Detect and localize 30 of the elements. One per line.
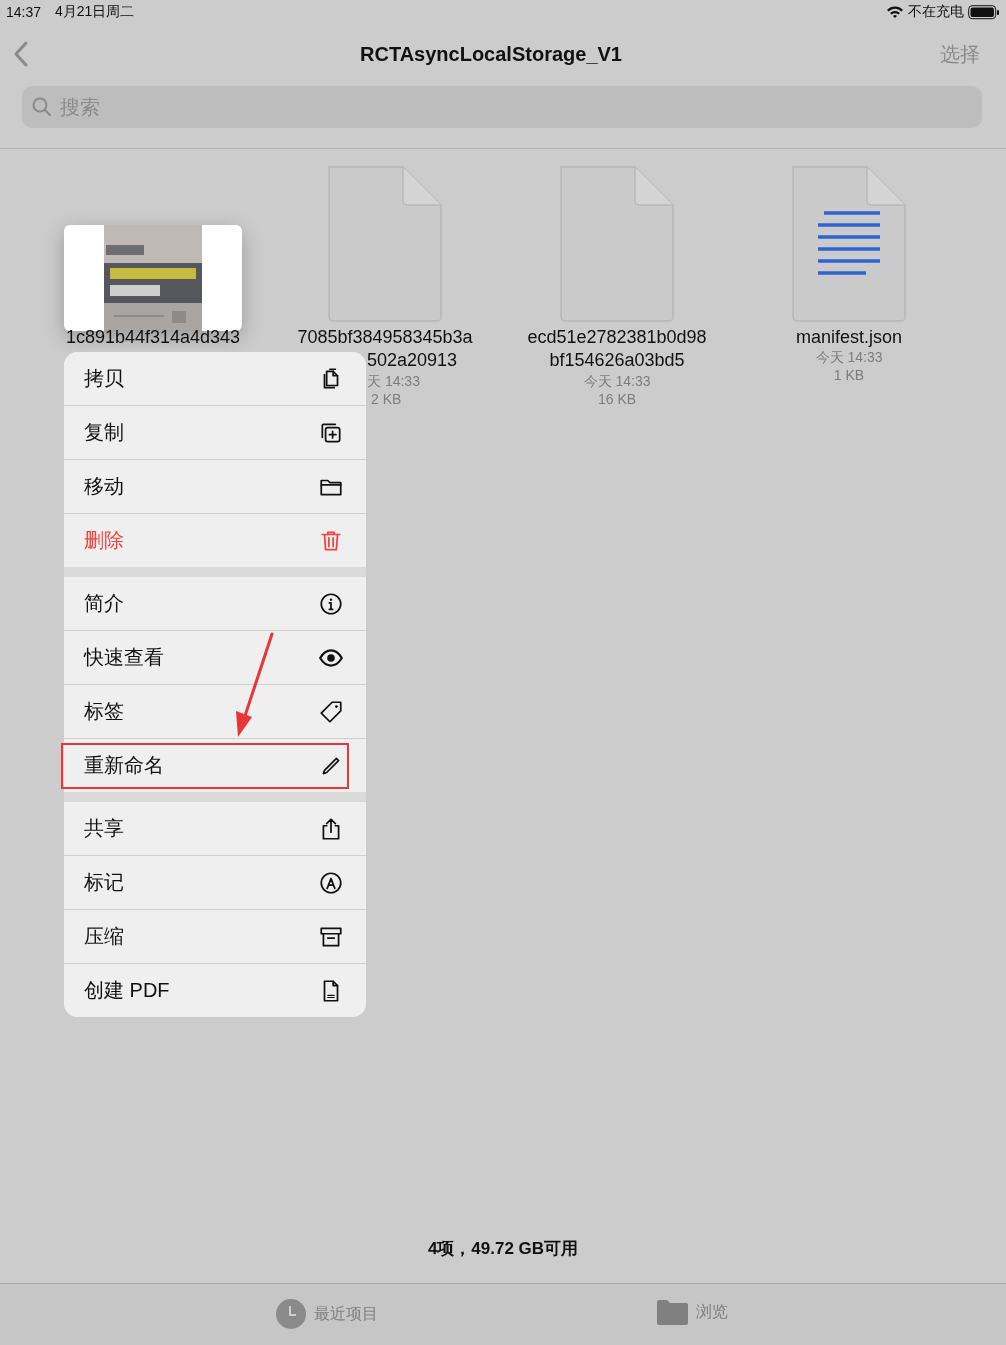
file-name: ecd51e2782381b0d98	[527, 326, 707, 348]
file-name: 502a20913	[367, 349, 458, 372]
markup-icon	[318, 869, 344, 896]
document-icon[interactable]	[559, 165, 675, 323]
status-date: 4月21日周二	[55, 3, 135, 21]
file-date: 今天 14:33	[815, 348, 883, 366]
storage-summary: 4项，49.72 GB可用	[426, 1238, 580, 1260]
text-document-icon[interactable]	[791, 165, 907, 323]
menu-item[interactable]: 拷贝	[64, 352, 366, 406]
file-name: manifest.json	[795, 326, 903, 348]
folder-title: RCTAsyncLocalStorage_V1	[359, 42, 623, 66]
clock-icon	[276, 1299, 306, 1329]
document-icon[interactable]	[327, 165, 443, 323]
folder-icon	[657, 1299, 688, 1325]
file-size: 1 KB	[833, 366, 865, 384]
wifi-icon	[886, 5, 904, 19]
status-time: 14:37	[6, 4, 42, 20]
file-date: 今天 14:33	[583, 372, 651, 390]
file-name: 7085bf384958345b3a	[297, 326, 473, 348]
info-icon	[318, 590, 344, 617]
file-name: 1c891b44f314a4d343	[65, 326, 241, 348]
charging-status: 不在充电	[908, 3, 964, 21]
file-date: 天 14:33	[367, 372, 420, 390]
file-name: bf154626a03bd5	[549, 349, 685, 372]
tag-icon	[318, 698, 344, 725]
file-size: 2 KB	[371, 390, 402, 408]
image-thumbnail[interactable]	[64, 225, 242, 331]
file-size: 16 KB	[597, 390, 637, 408]
battery-icon	[968, 4, 1000, 20]
search-icon	[32, 97, 52, 117]
